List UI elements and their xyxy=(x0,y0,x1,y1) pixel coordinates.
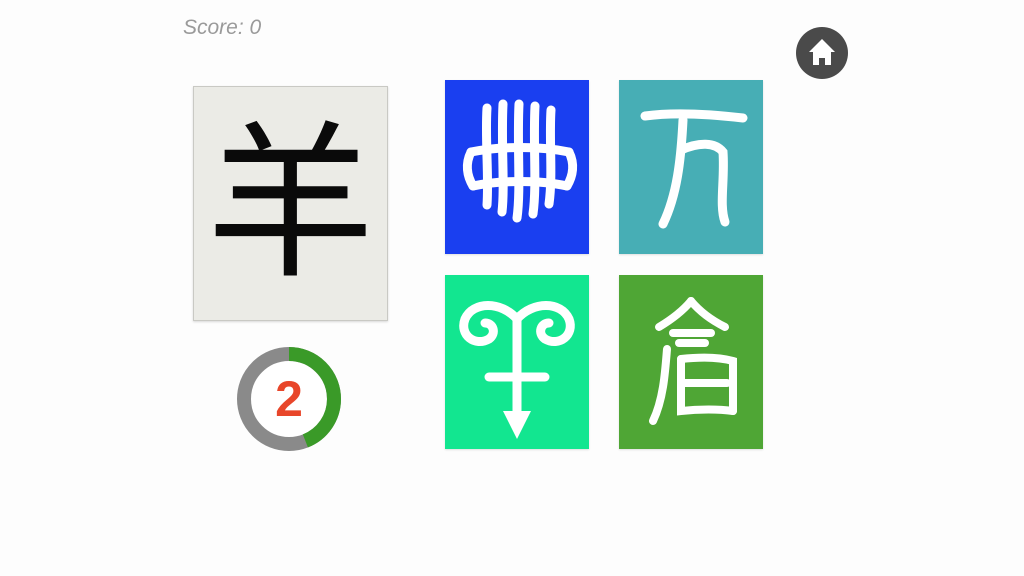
ancient-script-ce-icon xyxy=(462,99,578,223)
countdown-timer: 2 xyxy=(236,346,342,452)
prompt-character: 羊 xyxy=(206,105,375,302)
choice-tile-4[interactable] xyxy=(619,275,763,449)
choice-tile-3[interactable] xyxy=(445,275,589,449)
timer-count: 2 xyxy=(275,371,303,427)
ancient-script-tian-icon xyxy=(640,109,748,229)
home-button[interactable] xyxy=(796,27,848,79)
home-icon xyxy=(809,39,835,65)
score-label: Score: 0 xyxy=(183,16,262,39)
ancient-script-cang-icon xyxy=(649,297,737,425)
choice-tile-1[interactable] xyxy=(445,80,589,254)
ancient-script-yang-icon xyxy=(459,301,575,439)
choice-tile-2[interactable] xyxy=(619,80,763,254)
prompt-card: 羊 xyxy=(193,86,388,321)
